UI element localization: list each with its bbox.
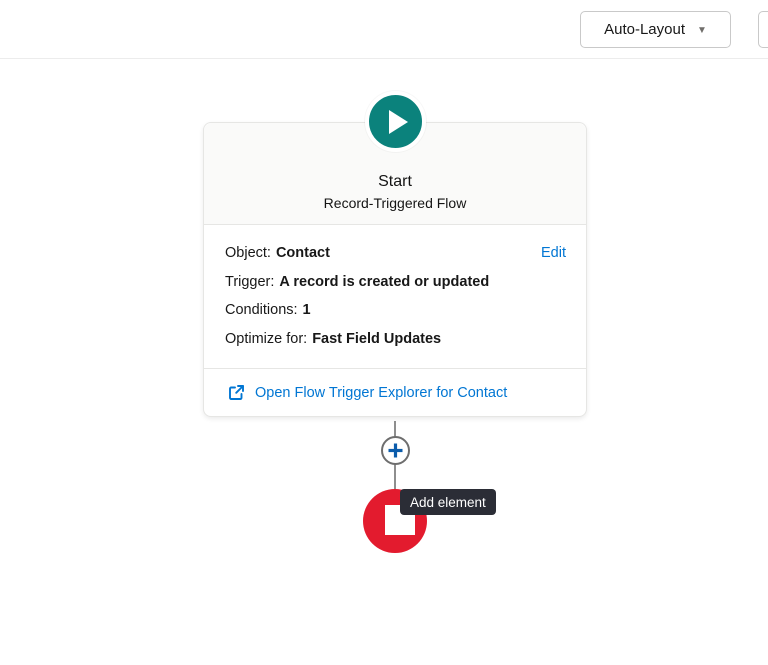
start-play-button[interactable]: [365, 91, 426, 152]
play-icon: [389, 110, 408, 134]
field-optimize-value: Fast Field Updates: [312, 331, 441, 347]
field-trigger-value: A record is created or updated: [279, 274, 489, 290]
start-node-details: Object: Contact Edit Trigger: A record is …: [204, 225, 586, 368]
start-node-title: Start: [378, 173, 412, 191]
start-node-card: Start Record-Triggered Flow Object: Conta…: [203, 122, 587, 417]
chevron-down-icon: ▼: [697, 24, 707, 36]
edit-link[interactable]: Edit: [541, 244, 566, 263]
start-node-subtitle: Record-Triggered Flow: [324, 195, 467, 211]
field-object: Object: Contact Edit: [225, 244, 566, 263]
field-conditions-label: Conditions:: [225, 302, 298, 318]
toolbar: Auto-Layout ▼: [0, 0, 768, 59]
field-object-value: Contact: [276, 245, 330, 261]
add-element-button[interactable]: [381, 436, 410, 465]
auto-layout-dropdown[interactable]: Auto-Layout ▼: [580, 11, 731, 48]
add-element-tooltip: Add element: [400, 489, 496, 515]
field-trigger: Trigger: A record is created or updated: [225, 273, 566, 292]
toolbar-partial-button[interactable]: [758, 11, 768, 48]
field-trigger-label: Trigger:: [225, 274, 274, 290]
field-conditions-value: 1: [303, 302, 311, 318]
flow-trigger-explorer-link[interactable]: Open Flow Trigger Explorer for Contact: [255, 385, 507, 401]
auto-layout-label: Auto-Layout: [604, 21, 685, 38]
field-conditions: Conditions: 1: [225, 301, 566, 320]
field-optimize-label: Optimize for:: [225, 331, 307, 347]
plus-icon: [387, 442, 404, 459]
field-optimize: Optimize for: Fast Field Updates: [225, 330, 566, 349]
external-link-icon: [228, 384, 245, 401]
start-node-footer: Open Flow Trigger Explorer for Contact: [204, 368, 586, 416]
field-object-label: Object:: [225, 245, 271, 261]
